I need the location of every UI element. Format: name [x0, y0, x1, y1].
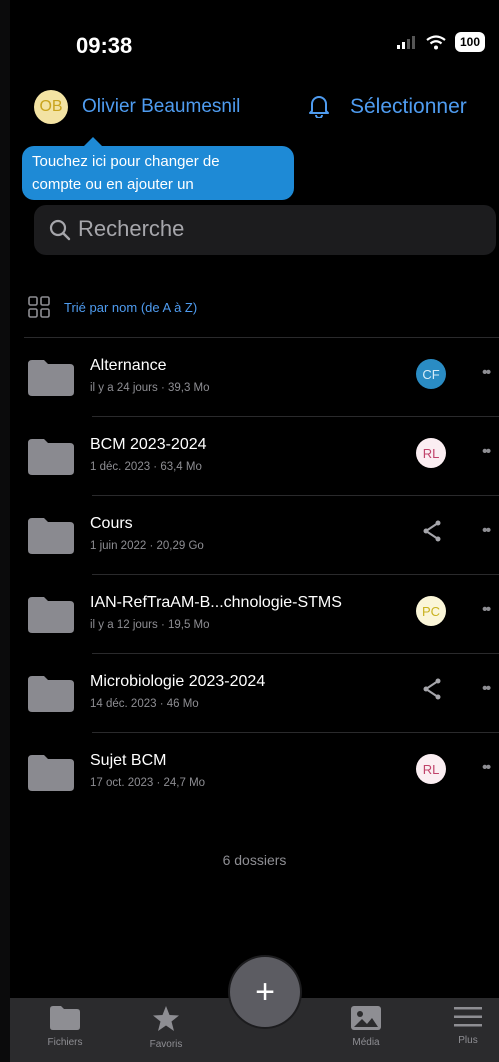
sort-label[interactable]: Trié par nom (de A à Z)	[64, 300, 197, 315]
folder-icon	[28, 360, 74, 396]
menu-icon	[454, 1007, 482, 1027]
folder-meta: 1 déc. 2023 · 63,4 Mo	[90, 461, 202, 473]
search-icon	[49, 219, 71, 241]
tab-more-label: Plus	[458, 1035, 478, 1046]
tab-favorites[interactable]: Favoris	[136, 1006, 196, 1050]
folder-icon	[28, 439, 74, 475]
folder-name: BCM 2023-2024	[90, 436, 207, 453]
folder-list: Alternance il y a 24 jours · 39,3 Mo CF …	[10, 338, 499, 812]
select-button[interactable]: Sélectionner	[350, 95, 467, 119]
folder-name: Cours	[90, 515, 133, 532]
search-input[interactable]	[78, 216, 478, 242]
tab-files-label: Fichiers	[47, 1037, 83, 1048]
app-screen: 09:38 100 OB Olivier Beaumesnil Sélectio…	[10, 0, 499, 1062]
folder-meta: 17 oct. 2023 · 24,7 Mo	[90, 777, 206, 789]
wifi-icon	[426, 34, 446, 49]
folder-row[interactable]: BCM 2023-2024 1 déc. 2023 · 63,4 Mo RL •…	[10, 417, 499, 496]
folder-row[interactable]: Cours 1 juin 2022 · 20,29 Go ••	[10, 496, 499, 575]
folder-row[interactable]: Microbiologie 2023-2024 14 déc. 2023 · 4…	[10, 654, 499, 733]
shared-user-avatar[interactable]: RL	[416, 754, 446, 784]
tooltip-line-1: Touchez ici pour changer de	[32, 153, 220, 170]
status-icons: 100	[396, 32, 485, 52]
more-options-icon[interactable]: ••	[482, 443, 491, 461]
sort-control[interactable]: Trié par nom (de A à Z)	[28, 292, 197, 322]
grid-view-icon[interactable]	[28, 296, 50, 318]
status-bar: 09:38 100	[10, 0, 499, 80]
signal-icon	[396, 36, 415, 49]
folder-meta: 14 déc. 2023 · 46 Mo	[90, 698, 199, 710]
folder-name: Microbiologie 2023-2024	[90, 673, 266, 690]
more-options-icon[interactable]: ••	[482, 522, 491, 540]
folder-row[interactable]: Alternance il y a 24 jours · 39,3 Mo CF …	[10, 338, 499, 417]
status-time: 09:38	[76, 33, 133, 58]
shared-user-avatar[interactable]: PC	[416, 596, 446, 626]
tab-more[interactable]: Plus	[438, 1006, 498, 1046]
folder-meta: il y a 24 jours · 39,3 Mo	[90, 382, 210, 394]
battery-indicator: 100	[454, 32, 485, 52]
more-options-icon[interactable]: ••	[482, 364, 491, 382]
shared-user-avatar[interactable]: RL	[416, 438, 446, 468]
tab-favorites-label: Favoris	[149, 1039, 183, 1050]
star-icon	[153, 1006, 179, 1031]
tab-media-label: Média	[352, 1037, 380, 1048]
image-icon	[351, 1006, 381, 1030]
folder-row[interactable]: IAN-RefTraAM-B...chnologie-STMS il y a 1…	[10, 575, 499, 654]
folder-tab-icon	[50, 1006, 80, 1030]
more-options-icon[interactable]: ••	[482, 759, 491, 777]
folder-icon	[28, 597, 74, 633]
account-tooltip[interactable]: Touchez ici pour changer de compte ou en…	[22, 137, 294, 200]
folder-icon	[28, 755, 74, 791]
more-options-icon[interactable]: ••	[482, 601, 491, 619]
search-bar[interactable]	[34, 205, 496, 255]
header: OB Olivier Beaumesnil Sélectionner	[10, 86, 499, 126]
folder-row[interactable]: Sujet BCM 17 oct. 2023 · 24,7 Mo RL ••	[10, 733, 499, 812]
folder-icon	[28, 676, 74, 712]
folder-name: IAN-RefTraAM-B...chnologie-STMS	[90, 594, 342, 611]
bell-icon[interactable]	[308, 94, 330, 118]
folder-name: Sujet BCM	[90, 752, 167, 769]
shared-user-avatar[interactable]: CF	[416, 359, 446, 389]
account-avatar[interactable]: OB	[34, 90, 68, 124]
folder-meta: il y a 12 jours · 19,5 Mo	[90, 619, 210, 631]
tooltip-line-2: compte ou en ajouter un	[32, 176, 194, 193]
more-options-icon[interactable]: ••	[482, 680, 491, 698]
tab-media[interactable]: Média	[336, 1006, 396, 1048]
folder-icon	[28, 518, 74, 554]
share-icon[interactable]	[422, 520, 442, 542]
folder-meta: 1 juin 2022 · 20,29 Go	[90, 540, 204, 552]
folder-name: Alternance	[90, 357, 167, 374]
tab-files[interactable]: Fichiers	[35, 1006, 95, 1048]
add-button[interactable]: +	[230, 957, 300, 1027]
share-icon[interactable]	[422, 678, 442, 700]
folder-count: 6 dossiers	[222, 852, 287, 868]
account-switcher[interactable]: Olivier Beaumesnil	[82, 96, 240, 118]
